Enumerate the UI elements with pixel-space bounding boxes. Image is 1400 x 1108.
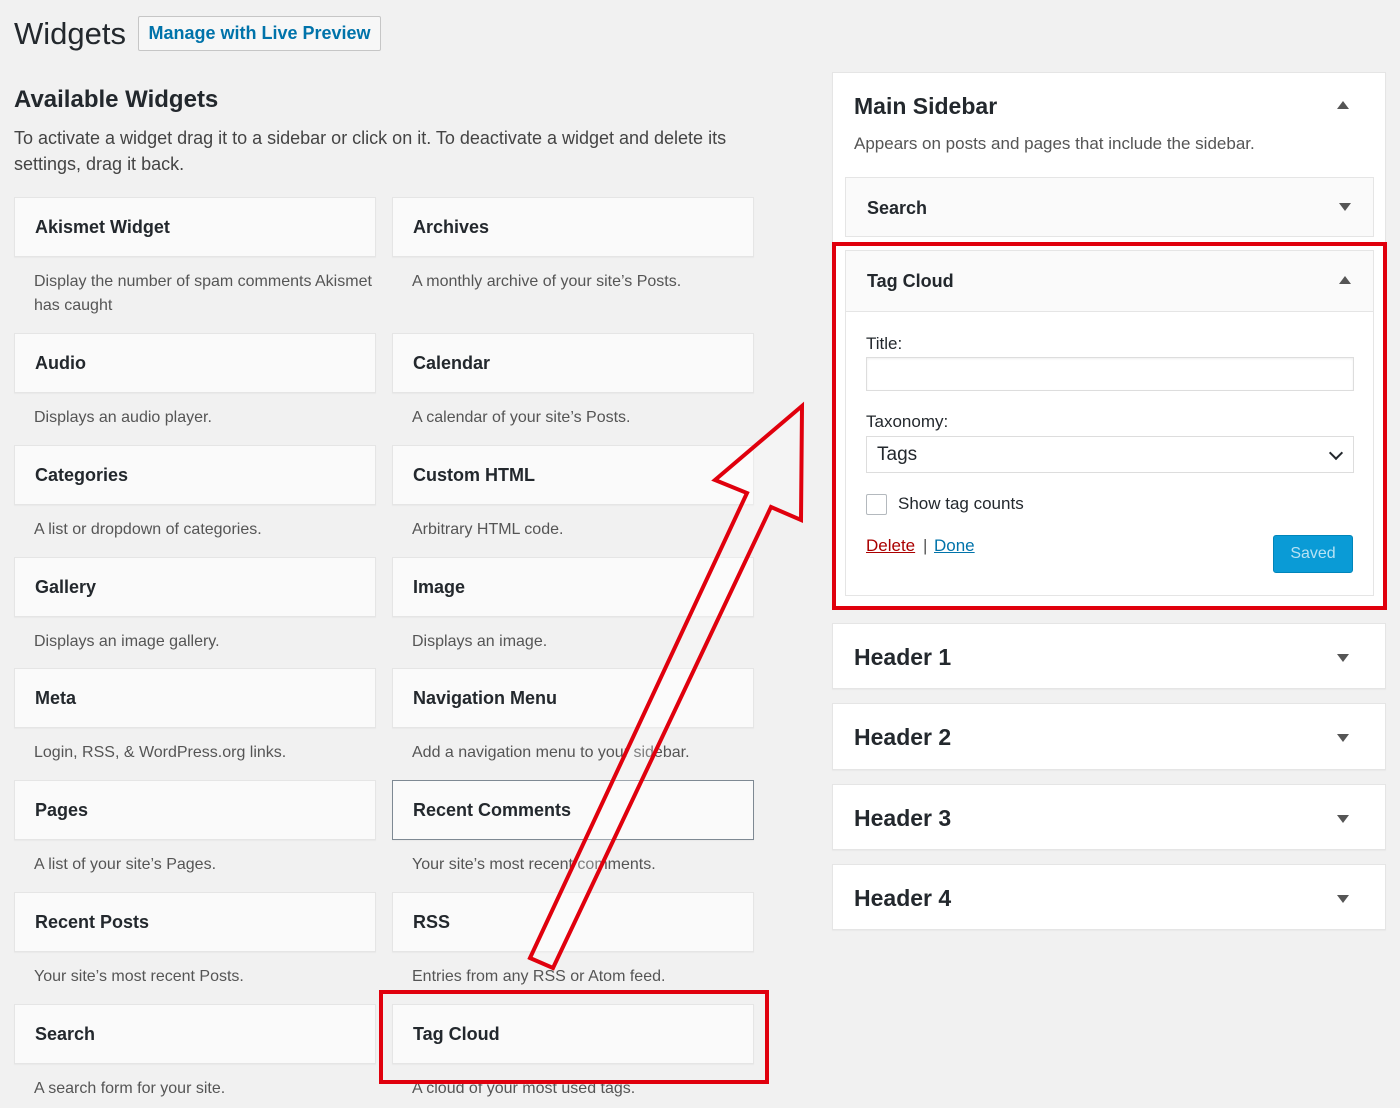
widget-akismet[interactable]: Akismet Widget <box>14 197 376 257</box>
sidebar-title: Header 2 <box>854 724 952 750</box>
page-title: Widgets <box>14 16 126 51</box>
widget-recent-posts[interactable]: Recent Posts <box>14 892 376 952</box>
widget-navigation-menu[interactable]: Navigation Menu <box>392 668 754 728</box>
sidebar-widget-search[interactable]: Search <box>845 177 1374 237</box>
sidebar-title: Header 4 <box>854 885 952 911</box>
widget-description: Arbitrary HTML code. <box>412 521 564 538</box>
collapse-arrow-icon[interactable] <box>1339 276 1351 284</box>
taxonomy-select[interactable]: Tags <box>866 436 1354 473</box>
widget-archives[interactable]: Archives <box>392 197 754 257</box>
widget-description: Displays an image. <box>412 633 548 650</box>
saved-button[interactable]: Saved <box>1273 535 1353 573</box>
expand-arrow-icon[interactable] <box>1337 895 1349 903</box>
widget-categories[interactable]: Categories <box>14 445 376 505</box>
widget-description: Display the number of spam comments Akis… <box>34 273 372 314</box>
available-widgets-description: To activate a widget drag it to a sideba… <box>14 128 727 174</box>
widget-description: Your site’s most recent comments. <box>412 856 656 873</box>
widget-description: Your site’s most recent Posts. <box>34 968 244 985</box>
widget-pages[interactable]: Pages <box>14 780 376 840</box>
expand-arrow-icon[interactable] <box>1337 734 1349 742</box>
tag-cloud-header[interactable]: Tag Cloud <box>846 251 1373 312</box>
done-link[interactable]: Done <box>934 536 975 556</box>
widget-calendar[interactable]: Calendar <box>392 333 754 393</box>
widget-tag-cloud[interactable]: Tag Cloud <box>392 1004 754 1064</box>
sidebar-header-3[interactable]: Header 3 <box>832 784 1386 850</box>
sidebar-header-1[interactable]: Header 1 <box>832 623 1386 689</box>
sidebar-header-2[interactable]: Header 2 <box>832 703 1386 770</box>
widget-description: Entries from any RSS or Atom feed. <box>412 968 666 985</box>
widget-description: A search form for your site. <box>34 1080 226 1097</box>
title-input[interactable] <box>866 357 1354 391</box>
show-tag-counts-checkbox[interactable] <box>866 494 887 515</box>
available-widgets-title: Available Widgets <box>14 86 219 113</box>
delete-link[interactable]: Delete <box>866 536 915 556</box>
main-sidebar-panel: Main Sidebar Appears on posts and pages … <box>832 72 1386 607</box>
sidebar-title: Header 3 <box>854 805 952 831</box>
sidebar-widget-title: Tag Cloud <box>867 271 954 291</box>
link-separator: | <box>923 536 928 555</box>
main-sidebar-description: Appears on posts and pages that include … <box>854 134 1255 153</box>
title-label: Title: <box>866 334 903 353</box>
widget-image[interactable]: Image <box>392 557 754 617</box>
main-sidebar-title[interactable]: Main Sidebar <box>854 93 997 120</box>
widget-description: A calendar of your site’s Posts. <box>412 409 631 426</box>
widget-recent-comments[interactable]: Recent Comments <box>392 780 754 840</box>
chevron-down-icon <box>1328 445 1344 461</box>
expand-arrow-icon[interactable] <box>1337 815 1349 823</box>
sidebar-title: Header 1 <box>854 644 952 670</box>
collapse-arrow-icon[interactable] <box>1337 101 1349 109</box>
taxonomy-label: Taxonomy: <box>866 412 949 431</box>
widget-description: Login, RSS, & WordPress.org links. <box>34 744 287 761</box>
widget-search[interactable]: Search <box>14 1004 376 1064</box>
taxonomy-selected-value: Tags <box>877 443 918 465</box>
widget-description: A cloud of your most used tags. <box>412 1080 636 1097</box>
widget-description: Displays an audio player. <box>34 409 212 426</box>
sidebar-widget-title: Search <box>867 198 928 218</box>
show-tag-counts-label[interactable]: Show tag counts <box>898 494 1024 514</box>
widget-meta[interactable]: Meta <box>14 668 376 728</box>
widget-description: A list or dropdown of categories. <box>34 521 262 538</box>
widget-custom-html[interactable]: Custom HTML <box>392 445 754 505</box>
sidebar-header-4[interactable]: Header 4 <box>832 864 1386 930</box>
expand-arrow-icon[interactable] <box>1339 203 1351 211</box>
expand-arrow-icon[interactable] <box>1337 654 1349 662</box>
widget-description: Add a navigation menu to your sidebar. <box>412 744 690 761</box>
manage-live-preview-button[interactable]: Manage with Live Preview <box>138 16 381 51</box>
widget-rss[interactable]: RSS <box>392 892 754 952</box>
widget-description: A list of your site’s Pages. <box>34 856 217 873</box>
widget-gallery[interactable]: Gallery <box>14 557 376 617</box>
widget-description: A monthly archive of your site’s Posts. <box>412 273 682 290</box>
widget-audio[interactable]: Audio <box>14 333 376 393</box>
widget-description: Displays an image gallery. <box>34 633 220 650</box>
